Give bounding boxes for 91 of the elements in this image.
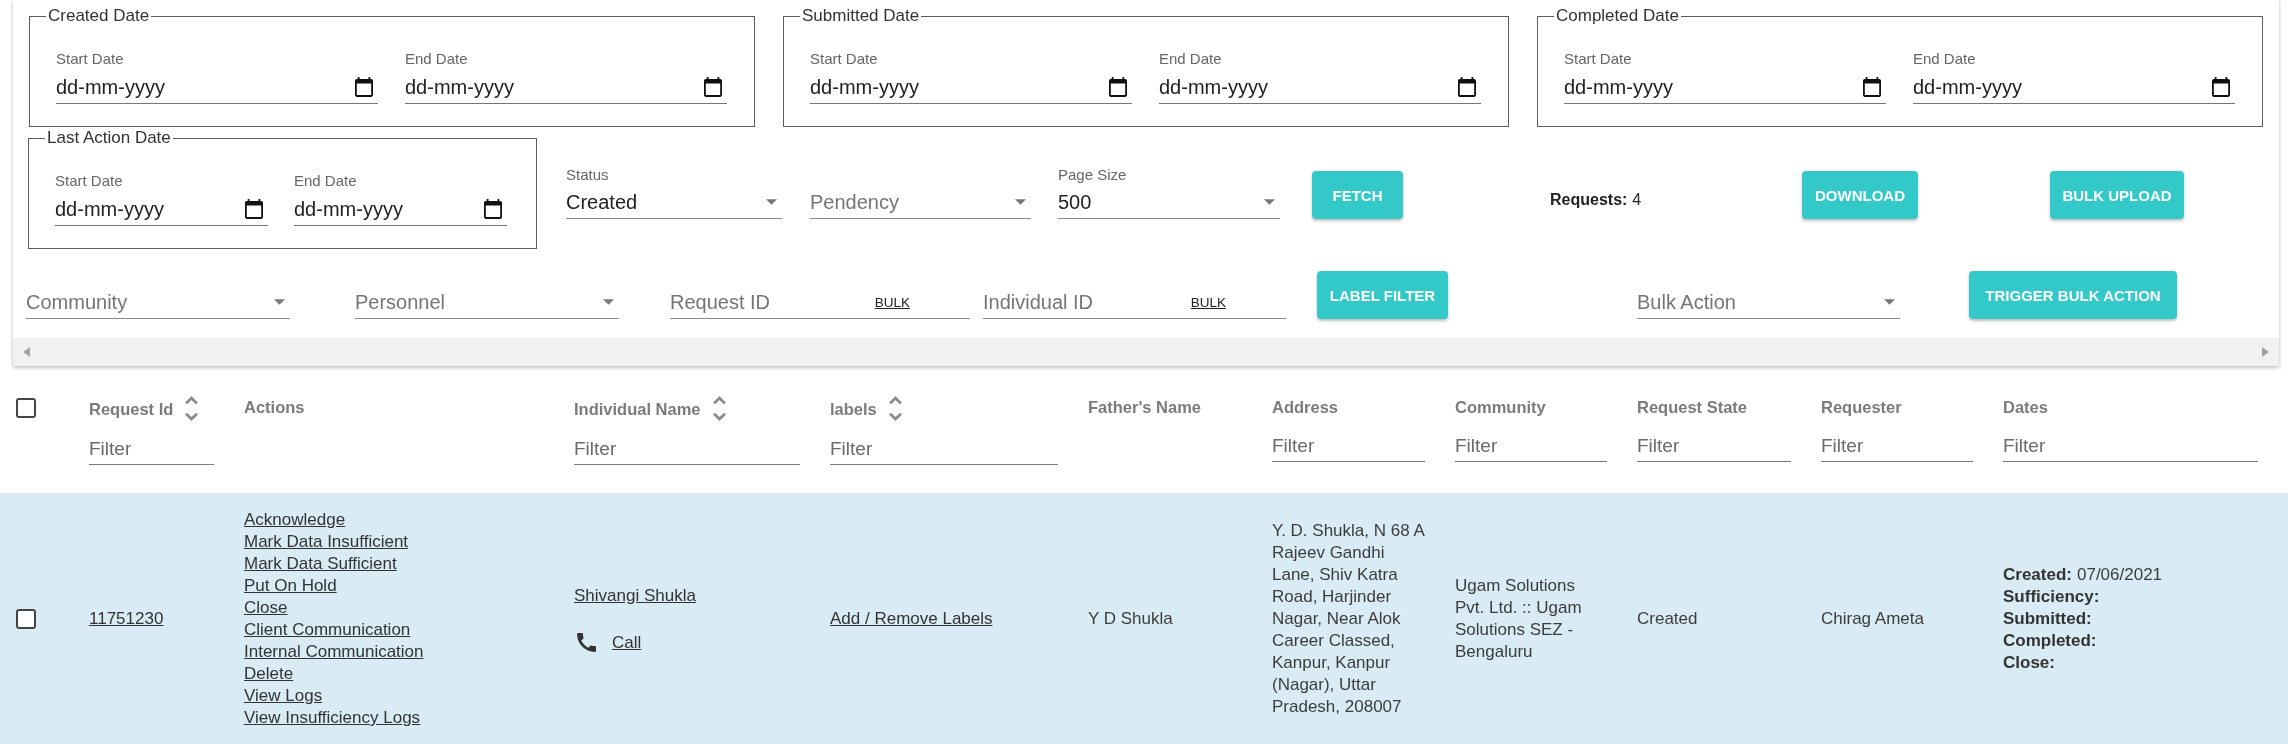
fathers-name-text: Y D Shukla [1088, 608, 1173, 630]
start-date-field[interactable]: dd-mm-yyyy [1564, 71, 1886, 104]
date-line: Close: [2003, 652, 2055, 674]
column-header: Requester [1821, 397, 1902, 418]
calendar-icon[interactable] [1109, 77, 1127, 97]
column-header: Dates [2003, 397, 2048, 418]
bulk-link[interactable]: BULK [1190, 295, 1226, 311]
action-link[interactable]: Acknowledge [244, 509, 346, 531]
date-range-title: Completed Date [1555, 6, 1680, 26]
date-line: Completed: [2003, 630, 2097, 652]
column-header: Request Id [89, 398, 174, 420]
sort-icon[interactable] [712, 396, 726, 421]
date-line: Sufficiency: [2003, 586, 2100, 608]
calendar-icon[interactable] [2212, 77, 2230, 97]
column-filter-field[interactable]: Filter [1455, 430, 1607, 462]
column-filter-field[interactable]: Filter [1272, 430, 1425, 462]
caret-down-icon [1015, 199, 1026, 205]
community-text: Ugam Solutions Pvt. Ltd. :: Ugam Solutions SEZ - Bengaluru [1455, 575, 1583, 663]
address-text: Y. D. Shukla, N 68 A Rajeev Gandhi Lane, Shiv Katra Road, Harjinder Nagar, Near Alok Career Classed, Kanpur, Kanpur (Nagar), Uttar Pradesh, 208007 [1272, 520, 1426, 718]
action-link[interactable]: View Insufficiency Logs [244, 707, 421, 729]
calendar-icon[interactable] [484, 199, 502, 219]
caret-down-icon [766, 199, 777, 205]
end-date-field[interactable]: dd-mm-yyyy [1913, 71, 2235, 104]
field-label: Start Date [810, 50, 878, 67]
calendar-icon[interactable] [1863, 77, 1881, 97]
action-link[interactable]: Delete [244, 663, 294, 685]
field-label: End Date [1913, 50, 1976, 67]
date-line: Submitted: [2003, 608, 2092, 630]
calendar-icon[interactable] [704, 77, 722, 97]
column-header: Father's Name [1088, 397, 1202, 418]
start-date-field[interactable]: dd-mm-yyyy [810, 71, 1132, 104]
call-link[interactable]: Call [612, 631, 642, 654]
sort-icon[interactable] [185, 396, 199, 421]
individual-name-link[interactable]: Shivangi Shukla [574, 584, 696, 607]
action-link[interactable]: Client Communication [244, 619, 411, 641]
requester-text: Chirag Ameta [1821, 608, 1924, 630]
start-date-field[interactable]: dd-mm-yyyy [56, 71, 378, 104]
action-link[interactable]: Mark Data Insufficient [244, 531, 409, 553]
action-link[interactable]: Close [244, 597, 288, 619]
bulk-link[interactable]: BULK [874, 295, 910, 311]
column-filter-field[interactable]: Filter [2003, 430, 2258, 462]
action-link[interactable]: View Logs [244, 685, 323, 707]
personnel-select[interactable]: Personnel [355, 286, 619, 319]
caret-down-icon [603, 299, 614, 305]
column-header: labels [830, 398, 877, 420]
caret-down-icon [274, 299, 285, 305]
field-label: End Date [405, 50, 468, 67]
column-header: Request State [1637, 397, 1748, 418]
calendar-icon[interactable] [245, 199, 263, 219]
select-all-checkbox[interactable] [16, 398, 36, 418]
date-range-title: Created Date [47, 6, 151, 26]
column-filter-field[interactable]: Filter [574, 433, 800, 465]
sort-icon[interactable] [888, 396, 902, 421]
date-line: Created: 07/06/2021 [2003, 564, 2163, 586]
end-date-field[interactable]: dd-mm-yyyy [1159, 71, 1481, 104]
end-date-field[interactable]: dd-mm-yyyy [405, 71, 727, 104]
column-filter-field[interactable]: Filter [1821, 430, 1973, 462]
calendar-icon[interactable] [1458, 77, 1476, 97]
column-header: Community [1455, 397, 1546, 418]
field-label: End Date [1159, 50, 1222, 67]
start-date-field[interactable]: dd-mm-yyyy [55, 193, 268, 226]
field-label: End Date [294, 172, 357, 189]
action-link[interactable]: Internal Communication [244, 641, 424, 663]
date-range-title: Last Action Date [46, 128, 172, 148]
page-size-select[interactable]: Page Size 500 [1058, 166, 1280, 219]
field-label: Start Date [56, 50, 124, 67]
column-header: Individual Name [574, 398, 701, 420]
pendency-select[interactable]: Pendency [810, 186, 1031, 219]
request-id-link[interactable]: 11751230 [89, 608, 164, 630]
caret-down-icon [1264, 199, 1275, 205]
action-link[interactable]: Mark Data Sufficient [244, 553, 397, 575]
status-select[interactable]: Status Created [566, 166, 782, 219]
request-state-text: Created [1637, 608, 1698, 630]
field-label: Start Date [1564, 50, 1632, 67]
column-filter-field[interactable]: Filter [89, 433, 214, 465]
column-filter-field[interactable]: Filter [1637, 430, 1791, 462]
column-header: Address [1272, 397, 1339, 418]
row-checkbox[interactable] [16, 609, 36, 629]
phone-icon [577, 633, 596, 652]
column-header: Actions [244, 397, 305, 418]
request-count: Requests: 4 [1550, 191, 1642, 208]
date-range-title: Submitted Date [801, 6, 921, 26]
bulk-action-select[interactable]: Bulk Action [1637, 286, 1900, 319]
labels-link[interactable]: Add / Remove Labels [830, 608, 993, 630]
action-link[interactable]: Put On Hold [244, 575, 337, 597]
column-filter-field[interactable]: Filter [830, 433, 1058, 465]
field-label: Start Date [55, 172, 123, 189]
end-date-field[interactable]: dd-mm-yyyy [294, 193, 507, 226]
community-select[interactable]: Community [26, 286, 290, 319]
caret-down-icon [1884, 299, 1895, 305]
calendar-icon[interactable] [355, 77, 373, 97]
